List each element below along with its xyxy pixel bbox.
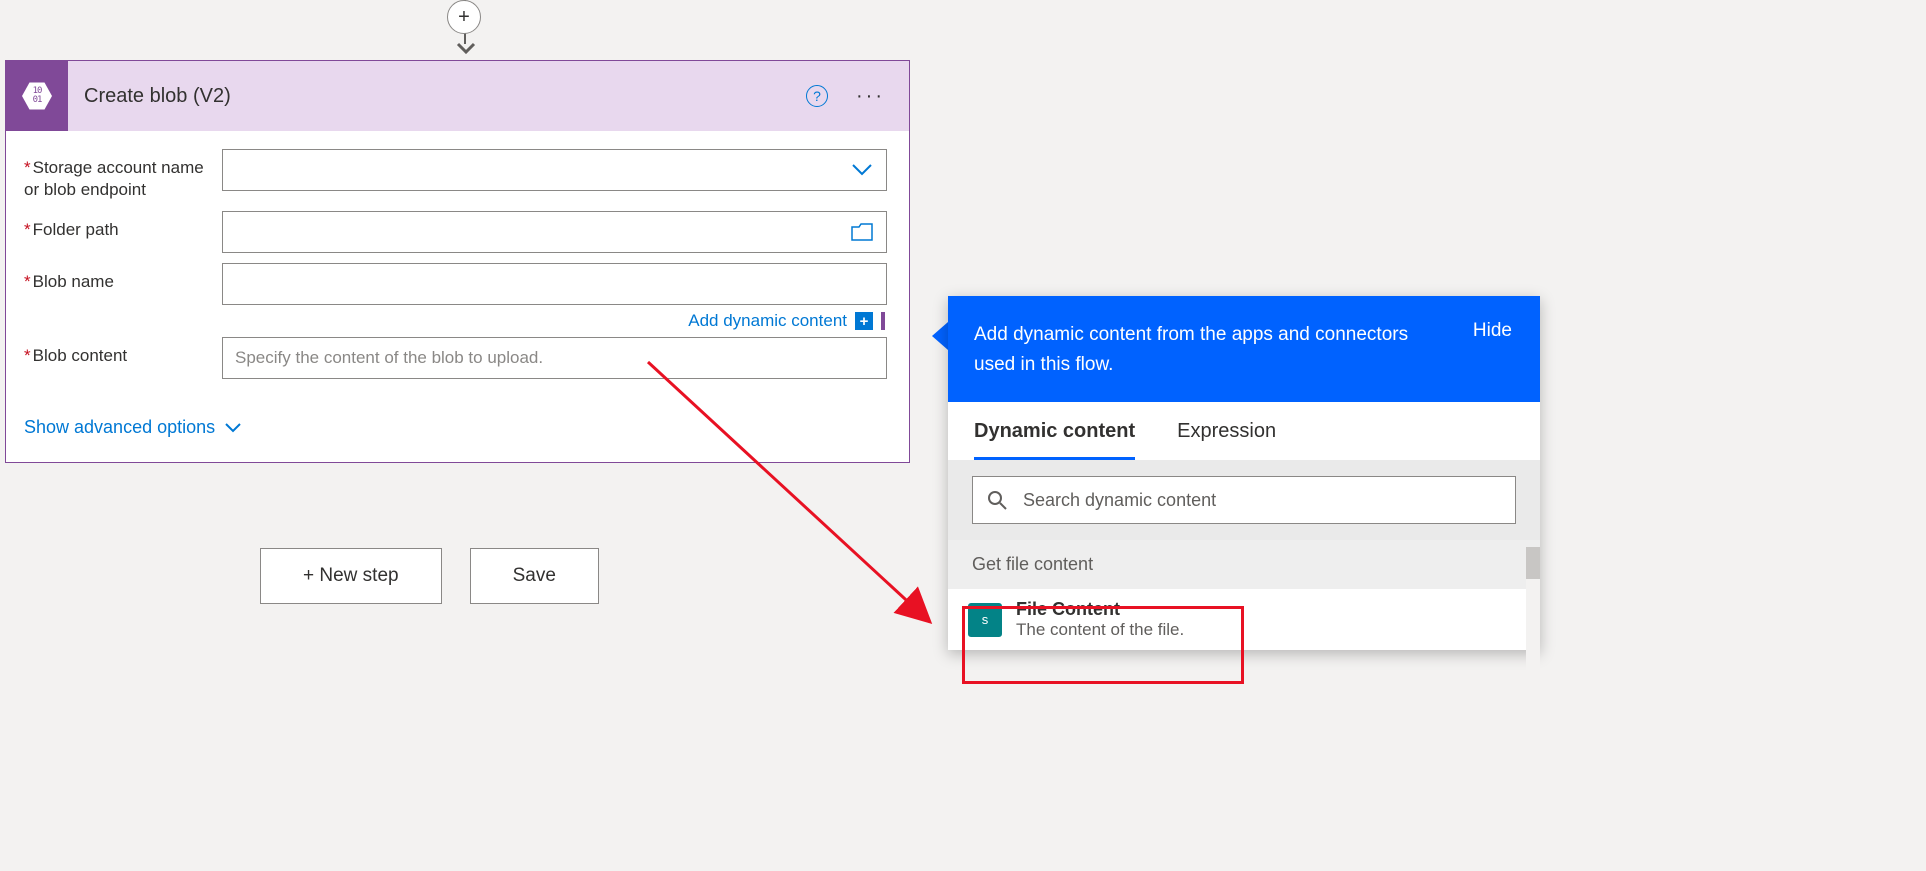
- dynamic-content-item-file-content[interactable]: s File Content The content of the file.: [948, 589, 1540, 650]
- arrow-down-icon: [455, 38, 477, 60]
- card-header[interactable]: 1001 Create blob (V2) ? ···: [6, 61, 909, 131]
- search-icon: [987, 490, 1007, 510]
- more-menu-icon[interactable]: ···: [856, 85, 885, 108]
- flyout-caret-icon: [932, 322, 948, 350]
- new-step-button[interactable]: + New step: [260, 548, 442, 604]
- field-label: Storage account name or blob endpoint: [24, 158, 204, 199]
- chevron-down-icon: [225, 423, 241, 433]
- advanced-options-label: Show advanced options: [24, 417, 215, 438]
- search-box: [972, 476, 1516, 524]
- storage-account-input[interactable]: [222, 149, 887, 191]
- dynamic-accent: [881, 312, 885, 330]
- add-dynamic-content-label: Add dynamic content: [688, 311, 847, 331]
- action-card-create-blob: 1001 Create blob (V2) ? ··· *Storage acc…: [5, 60, 910, 463]
- flyout-hide-link[interactable]: Hide: [1473, 320, 1512, 342]
- flyout-header-text: Add dynamic content from the apps and co…: [974, 320, 1434, 380]
- blob-content-input[interactable]: [222, 337, 887, 379]
- field-label: Blob content: [33, 346, 128, 365]
- blob-name-input[interactable]: [222, 263, 887, 305]
- field-label: Blob name: [33, 272, 114, 291]
- sharepoint-icon: s: [968, 603, 1002, 637]
- flyout-scrollbar[interactable]: [1526, 547, 1540, 684]
- flow-connector: +: [449, 0, 481, 60]
- card-title: Create blob (V2): [84, 85, 806, 108]
- dc-item-name: File Content: [1016, 599, 1184, 620]
- content-group-header: Get file content: [948, 540, 1540, 589]
- folder-path-input[interactable]: [222, 211, 887, 253]
- add-dynamic-content-link[interactable]: Add dynamic content +: [222, 311, 887, 331]
- dc-item-desc: The content of the file.: [1016, 620, 1184, 640]
- field-label: Folder path: [33, 220, 119, 239]
- show-advanced-options-link[interactable]: Show advanced options: [24, 417, 241, 438]
- card-body: *Storage account name or blob endpoint *…: [6, 131, 909, 462]
- footer-buttons: + New step Save: [260, 548, 599, 604]
- search-input[interactable]: [1021, 489, 1501, 512]
- flyout-header: Add dynamic content from the apps and co…: [948, 296, 1540, 402]
- field-folder-path: *Folder path: [24, 211, 887, 253]
- dynamic-content-flyout: Add dynamic content from the apps and co…: [948, 296, 1540, 650]
- field-blob-name: *Blob name: [24, 263, 887, 305]
- blob-storage-icon: 1001: [6, 61, 68, 131]
- help-icon[interactable]: ?: [806, 85, 828, 107]
- flyout-search-row: [948, 460, 1540, 540]
- field-blob-content: *Blob content: [24, 337, 887, 379]
- add-dynamic-row: Add dynamic content +: [24, 315, 887, 335]
- plus-icon: +: [855, 312, 873, 330]
- save-button[interactable]: Save: [470, 548, 599, 604]
- field-storage-account: *Storage account name or blob endpoint: [24, 149, 887, 201]
- flyout-tabs: Dynamic content Expression: [948, 402, 1540, 460]
- insert-step-button[interactable]: +: [447, 0, 481, 34]
- tab-expression[interactable]: Expression: [1177, 420, 1276, 460]
- folder-picker-icon[interactable]: [851, 211, 873, 253]
- tab-dynamic-content[interactable]: Dynamic content: [974, 420, 1135, 460]
